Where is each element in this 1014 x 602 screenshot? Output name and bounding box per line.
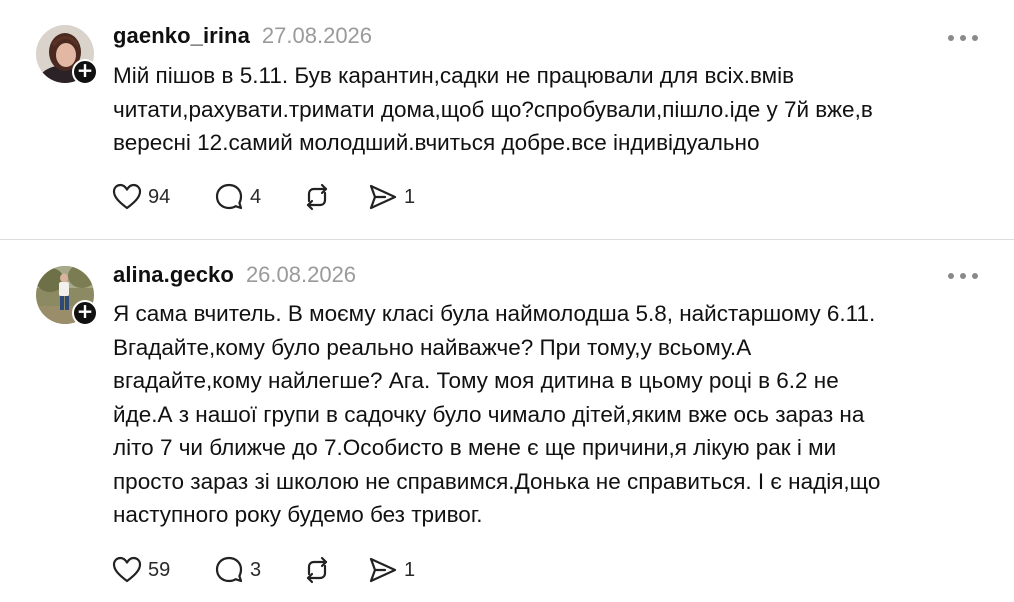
- reply-button[interactable]: 3: [214, 554, 302, 586]
- post: + gaenko_irina 27.08.2026 Мій пішов в 5.…: [0, 0, 1014, 240]
- dot: [960, 273, 966, 279]
- avatar[interactable]: +: [36, 25, 98, 85]
- reply-count: 3: [250, 558, 262, 581]
- post-header: alina.gecko 26.08.2026: [113, 262, 356, 292]
- share-button[interactable]: 1: [368, 181, 428, 213]
- repost-button[interactable]: [302, 554, 368, 586]
- more-icon[interactable]: [948, 271, 978, 281]
- share-icon: [369, 184, 397, 210]
- post-header: gaenko_irina 27.08.2026: [113, 23, 372, 53]
- username[interactable]: gaenko_irina: [113, 23, 250, 49]
- comment-icon: [215, 183, 243, 210]
- reply-button[interactable]: 4: [214, 181, 302, 213]
- repost-icon: [306, 556, 328, 584]
- dot: [948, 35, 954, 41]
- repost-icon: [306, 183, 328, 211]
- post: + alina.gecko 26.08.2026 Я сама вчитель.…: [0, 240, 1014, 602]
- like-button[interactable]: 59: [112, 554, 214, 586]
- like-count: 94: [148, 185, 171, 208]
- share-icon: [369, 557, 397, 583]
- post-actions: 59 3 1: [112, 554, 428, 586]
- dot: [972, 35, 978, 41]
- repost-button[interactable]: [302, 181, 368, 213]
- post-date: 26.08.2026: [245, 262, 357, 287]
- dot: [972, 273, 978, 279]
- like-button[interactable]: 94: [112, 181, 214, 213]
- post-text: Я сама вчитель. В моєму класі була наймо…: [113, 301, 881, 527]
- like-count: 59: [148, 558, 171, 581]
- dot: [960, 35, 966, 41]
- share-count: 1: [404, 558, 416, 581]
- post-text: Мій пішов в 5.11. Був карантин,садки не …: [113, 63, 873, 155]
- post-actions: 94 4 1: [112, 181, 428, 213]
- heart-icon: [112, 183, 142, 210]
- share-count: 1: [404, 185, 416, 208]
- reply-count: 4: [250, 185, 262, 208]
- post-date: 27.08.2026: [261, 23, 373, 48]
- follow-plus-icon[interactable]: +: [72, 300, 98, 326]
- avatar[interactable]: +: [36, 266, 98, 326]
- follow-plus-icon[interactable]: +: [72, 59, 98, 85]
- username[interactable]: alina.gecko: [113, 262, 234, 288]
- share-button[interactable]: 1: [368, 554, 428, 586]
- dot: [948, 273, 954, 279]
- heart-icon: [112, 556, 142, 583]
- more-icon[interactable]: [948, 33, 978, 43]
- comment-icon: [215, 556, 243, 583]
